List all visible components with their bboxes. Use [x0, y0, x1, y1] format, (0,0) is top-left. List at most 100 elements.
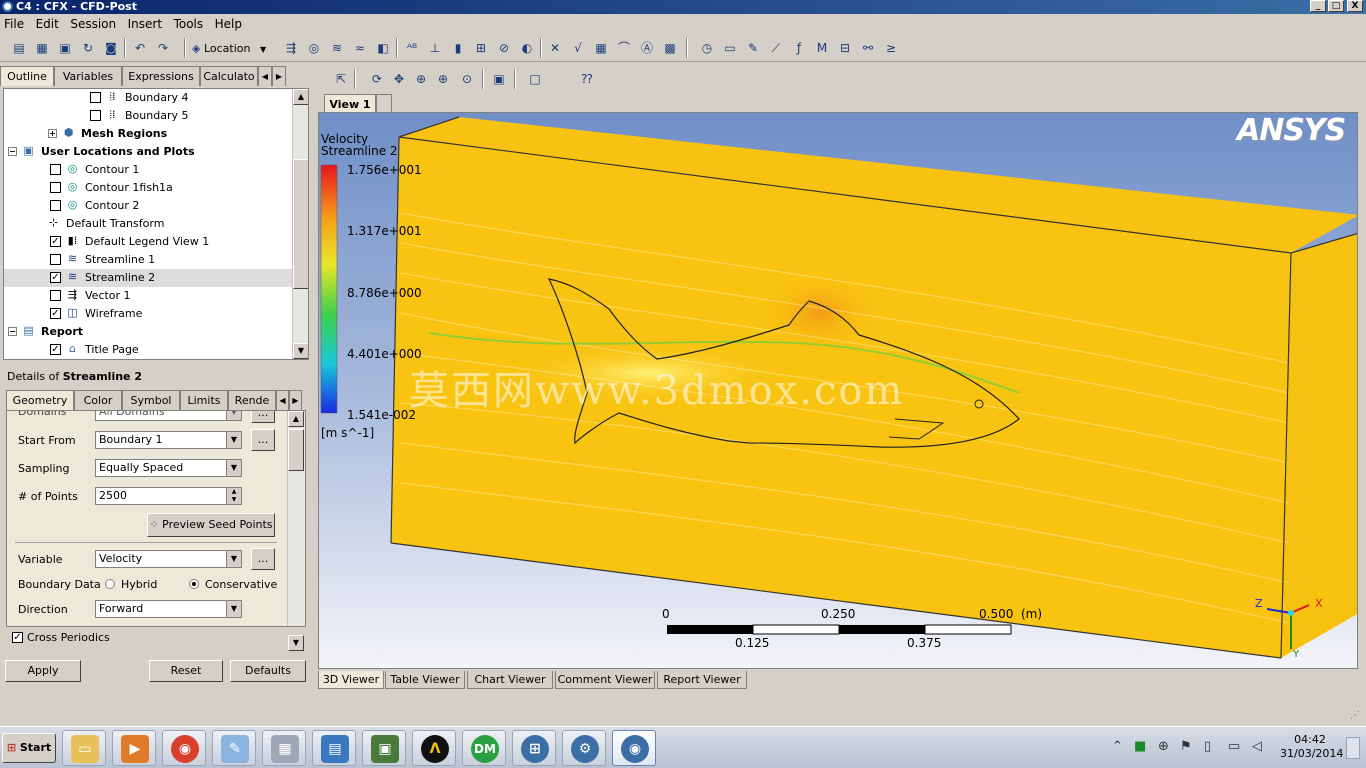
tray-flag-icon[interactable]: ⚑	[1180, 739, 1192, 754]
cross-periodics-checkbox[interactable]: ✓ Cross Periodics	[12, 631, 110, 645]
particle-track-icon[interactable]: ≈	[351, 39, 369, 57]
task-cfd-post[interactable]: ◉	[612, 730, 656, 766]
tree-checkbox[interactable]	[50, 199, 61, 211]
text-icon[interactable]: ᴬᴮ	[403, 39, 421, 57]
menu-insert[interactable]: Insert	[124, 14, 166, 31]
tray-expand-icon[interactable]: ⌃	[1112, 739, 1123, 754]
task-designmodeler[interactable]: DM	[462, 730, 506, 766]
tree-checkbox[interactable]: ✓	[50, 307, 61, 319]
tab-report-viewer[interactable]: Report Viewer	[657, 671, 747, 689]
coordinate-frame-icon[interactable]: ⊥	[426, 39, 444, 57]
tree-checkbox[interactable]: ✓	[50, 343, 61, 355]
tab-view-extra[interactable]	[376, 94, 392, 113]
animation-icon[interactable]: ▭	[721, 39, 739, 57]
rotate-icon[interactable]: ⟳	[368, 70, 386, 88]
tree-checkbox[interactable]	[50, 181, 61, 193]
task-monitor[interactable]: ▣	[362, 730, 406, 766]
expression-icon[interactable]: √	[569, 39, 587, 57]
stepper-arrows-icon[interactable]: ▲ ▼	[226, 488, 241, 504]
show-desktop-button[interactable]	[1346, 737, 1360, 759]
probe-icon[interactable]: ⟋	[767, 39, 785, 57]
tree-scrollbar[interactable]: ▲ ▼	[292, 89, 308, 359]
apply-button[interactable]: Apply	[5, 660, 81, 682]
location-dropdown[interactable]: ◈ Location ▼	[192, 39, 274, 58]
menu-edit[interactable]: Edit	[32, 14, 63, 31]
tree-item-contour-1fish1a[interactable]: ◎ Contour 1fish1a	[50, 179, 173, 197]
tab-table-viewer[interactable]: Table Viewer	[385, 671, 465, 689]
tab-expressions[interactable]: Expressions	[122, 66, 200, 86]
macro-calculator-icon[interactable]: M	[813, 39, 831, 57]
legend-icon[interactable]: ▮	[449, 39, 467, 57]
task-calculator[interactable]: ▦	[262, 730, 306, 766]
tray-lock-icon[interactable]: ⊕	[1158, 739, 1169, 754]
minimize-button[interactable]: _	[1310, 0, 1326, 12]
tab-variables[interactable]: Variables	[54, 66, 122, 86]
case-comparison-icon[interactable]: ⚯	[859, 39, 877, 57]
scroll-up-icon[interactable]: ▲	[293, 89, 308, 105]
task-chrome[interactable]: ◉	[162, 730, 206, 766]
tray-volume-icon[interactable]: ◁	[1252, 739, 1262, 754]
conservative-radio[interactable]: Conservative	[189, 578, 277, 592]
scroll-up-icon[interactable]: ▲	[288, 411, 304, 427]
tree-checkbox[interactable]	[50, 253, 61, 265]
tab-calculators[interactable]: Calculato	[200, 66, 258, 86]
command-editor-icon[interactable]: ≥	[882, 39, 900, 57]
maximize-button[interactable]: □	[1328, 0, 1344, 12]
tab-view-1[interactable]: View 1	[324, 94, 376, 113]
task-control-panel[interactable]: ▤	[312, 730, 356, 766]
chart-icon[interactable]: ⌒	[615, 39, 633, 57]
tray-network-icon[interactable]: ▭	[1228, 739, 1240, 754]
tree-checkbox[interactable]: ✓	[50, 235, 61, 247]
details-scrollbar[interactable]: ▲	[287, 411, 304, 626]
reset-button[interactable]: Reset	[149, 660, 223, 682]
tab-scroll-left-icon[interactable]: ◀	[258, 66, 272, 86]
function-calculator-icon[interactable]: ƒ	[790, 39, 808, 57]
collapse-minus-icon[interactable]: −	[8, 326, 17, 336]
tree-item-mesh-regions[interactable]: + ⬢ Mesh Regions	[48, 125, 167, 143]
refresh-icon[interactable]: ↻	[79, 39, 97, 57]
scroll-thumb[interactable]	[293, 159, 308, 289]
tree-item-user-locations[interactable]: − ▣ User Locations and Plots	[8, 143, 195, 161]
variable-select[interactable]: Velocity ▼	[95, 550, 242, 568]
preview-seed-points-button[interactable]: ⁘ Preview Seed Points	[147, 513, 275, 537]
task-media-player[interactable]: ▶	[112, 730, 156, 766]
scroll-thumb[interactable]	[288, 429, 304, 471]
scroll-down-icon[interactable]: ▼	[293, 343, 308, 359]
new-icon[interactable]: ▤	[10, 39, 28, 57]
tree-item-title-page[interactable]: ✓ ⌂ Title Page	[50, 341, 139, 359]
zoom-fit-icon[interactable]: ⊙	[458, 70, 476, 88]
tab-limits[interactable]: Limits	[180, 390, 228, 410]
task-paint[interactable]: ✎	[212, 730, 256, 766]
menu-session[interactable]: Session	[66, 14, 120, 31]
menu-help[interactable]: Help	[211, 14, 246, 31]
3d-viewport[interactable]: Velocity Streamline 2 1.756e+001 1.317e+…	[318, 112, 1358, 669]
color-map-icon[interactable]: ◐	[518, 39, 536, 57]
variable-ellipsis-button[interactable]: ...	[251, 548, 275, 570]
tree-item-boundary-4[interactable]: ⦙⁞ Boundary 4	[90, 89, 188, 107]
vector-tool-icon[interactable]: ⇶	[282, 39, 300, 57]
tab-symbol[interactable]: Symbol	[122, 390, 180, 410]
timestep-icon[interactable]: ◷	[698, 39, 716, 57]
scroll-down-icon[interactable]: ▼	[288, 635, 304, 651]
tab-3d-viewer[interactable]: 3D Viewer	[318, 671, 384, 689]
menu-tools[interactable]: Tools	[170, 14, 208, 31]
tab-geometry[interactable]: Geometry	[6, 390, 74, 410]
start-from-ellipsis-button[interactable]: ...	[251, 429, 275, 451]
tab-scroll-right-icon[interactable]: ▶	[289, 390, 302, 410]
tree-checkbox[interactable]	[50, 289, 61, 301]
tab-comment-viewer[interactable]: Comment Viewer	[555, 671, 655, 689]
tree-item-default-legend[interactable]: ✓ ▮⁞ Default Legend View 1	[50, 233, 209, 251]
hybrid-radio[interactable]: Hybrid	[105, 578, 157, 592]
tree-checkbox[interactable]	[50, 163, 61, 175]
tray-status-icon[interactable]: ■	[1134, 739, 1146, 754]
tree-checkbox[interactable]: ✓	[50, 271, 61, 283]
open-icon[interactable]: ▦	[33, 39, 51, 57]
streamline-tool-icon[interactable]: ≋	[328, 39, 346, 57]
tree-item-contour-1[interactable]: ◎ Contour 1	[50, 161, 139, 179]
quick-editor-icon[interactable]: ✎	[744, 39, 762, 57]
pan-icon[interactable]: ✥	[390, 70, 408, 88]
tab-color[interactable]: Color	[74, 390, 122, 410]
undo-icon[interactable]: ↶	[131, 39, 149, 57]
select-icon[interactable]: ⇱	[332, 70, 350, 88]
defaults-button[interactable]: Defaults	[230, 660, 306, 682]
